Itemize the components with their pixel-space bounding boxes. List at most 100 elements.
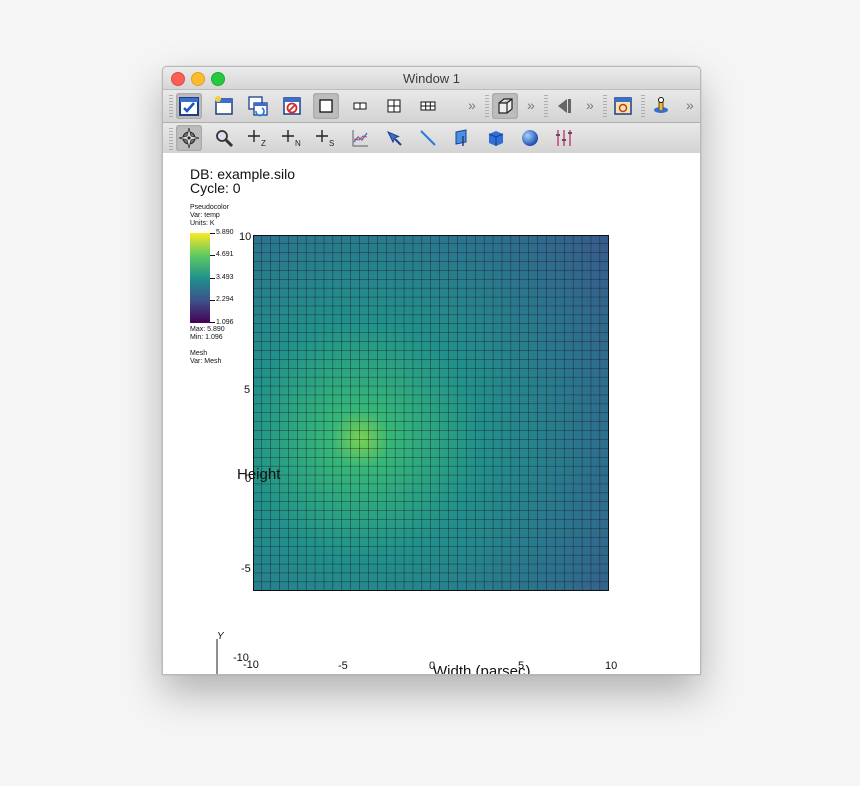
colorbar-tick xyxy=(210,322,215,323)
lineout-button[interactable] xyxy=(415,125,441,151)
toolbar-overflow-chevron[interactable]: » xyxy=(686,97,694,113)
n-label: N xyxy=(295,139,301,148)
colorbar-tick-label: 4.691 xyxy=(216,251,234,258)
mesh-lines xyxy=(253,235,609,591)
pick-arrow-icon xyxy=(386,131,402,146)
new-window-button[interactable] xyxy=(211,93,237,119)
colorbar-tick-label: 5.890 xyxy=(216,229,234,236)
lock-view-icon xyxy=(614,97,632,115)
view-3d-box-icon xyxy=(498,98,513,114)
colorbar-tick xyxy=(210,233,215,234)
active-window-check-icon xyxy=(179,97,199,116)
triad-y-label: Y xyxy=(217,631,224,642)
toolbar-grip[interactable] xyxy=(544,95,548,117)
database-info: DB: example.silo Cycle: 0 xyxy=(190,167,295,195)
node-pick-button[interactable]: N xyxy=(279,125,305,151)
colorbar-tick xyxy=(210,255,215,256)
spreadsheet-pick-icon: S xyxy=(316,130,334,148)
zone-pick-icon: Z xyxy=(248,130,266,148)
legend-min-max: Max: 5.890 Min: 1.096 xyxy=(190,326,225,342)
spinning-top-icon xyxy=(654,97,668,113)
legend-var: Var: temp xyxy=(190,212,220,219)
toolbar-grip[interactable] xyxy=(603,95,607,117)
visit-window: Window 1 » » » » Z N S DB: example.silo … xyxy=(162,66,701,675)
box-tool-button[interactable] xyxy=(483,125,509,151)
layout-2x3-button[interactable] xyxy=(415,93,441,119)
x-tick-label: -5 xyxy=(338,660,348,672)
mesh-legend-var: Var: Mesh xyxy=(190,358,222,365)
navigate-mode-button[interactable] xyxy=(176,125,202,151)
layout-1x2-icon xyxy=(353,102,367,110)
view-3d-button[interactable] xyxy=(492,93,518,119)
zone-pick-button[interactable]: Z xyxy=(245,125,271,151)
layout-2x2-icon xyxy=(387,99,401,113)
clone-window-button[interactable] xyxy=(245,93,271,119)
colorbar-tick-label: 1.096 xyxy=(216,319,234,326)
cube-icon xyxy=(488,131,504,146)
animation-rewind-button[interactable] xyxy=(551,93,577,119)
magnifier-icon xyxy=(216,130,234,148)
y-axis-title: Height xyxy=(237,466,281,483)
toolbar-grip[interactable] xyxy=(485,95,489,117)
layout-1x1-button[interactable] xyxy=(313,93,339,119)
new-window-icon xyxy=(215,96,233,115)
spin-mode-button[interactable] xyxy=(648,93,674,119)
mesh-legend-title: Mesh xyxy=(190,350,208,357)
visualization-canvas[interactable]: DB: example.silo Cycle: 0 Pseudocolor Va… xyxy=(163,153,700,674)
x-tick-label: 10 xyxy=(605,660,618,672)
toolbar-overflow-chevron[interactable]: » xyxy=(586,97,594,113)
pseudocolor-legend-header: Pseudocolor Var: temp Units: K xyxy=(190,204,229,228)
colorbar-tick-label: 3.493 xyxy=(216,274,234,281)
colorbar-tick xyxy=(210,300,215,301)
y-tick-label: -5 xyxy=(241,563,251,575)
lineout-icon xyxy=(420,130,436,146)
toolbar-overflow-chevron[interactable]: » xyxy=(468,97,476,113)
layout-1x1-icon xyxy=(319,99,333,113)
y-tick-label: 5 xyxy=(244,384,251,396)
clone-window-icon xyxy=(248,96,268,117)
compass-icon xyxy=(178,127,200,149)
window-title: Window 1 xyxy=(402,71,461,86)
legend-colorbar xyxy=(190,233,210,323)
sphere-tool-button[interactable] xyxy=(517,125,543,151)
layout-2x2-button[interactable] xyxy=(381,93,407,119)
y-tick-label: 10 xyxy=(239,231,252,243)
mesh-legend: Mesh Var: Mesh xyxy=(190,350,221,366)
legend-max: Max: 5.890 xyxy=(190,326,225,333)
z-label: Z xyxy=(261,139,266,148)
legend-units: Units: K xyxy=(190,220,215,227)
lock-view-button[interactable] xyxy=(610,93,636,119)
node-pick-icon: N xyxy=(282,130,301,148)
zoom-mode-button[interactable] xyxy=(211,125,237,151)
x-axis-title: Width (parsec) xyxy=(433,663,531,675)
toolbar-grip[interactable] xyxy=(641,95,645,117)
toolbar-grip[interactable] xyxy=(169,128,173,150)
curve-tool-button[interactable] xyxy=(347,125,373,151)
window-toolbar: » » » » xyxy=(163,90,700,123)
colorbar-tick-label: 2.294 xyxy=(216,296,234,303)
pick-arrow-button[interactable] xyxy=(381,125,407,151)
axis-restrict-button[interactable] xyxy=(551,125,577,151)
title-bar[interactable]: Window 1 xyxy=(163,67,700,90)
spreadsheet-pick-button[interactable]: S xyxy=(313,125,339,151)
toolbar-grip[interactable] xyxy=(169,95,173,117)
layout-2x3-icon xyxy=(420,101,436,111)
line-chart-icon xyxy=(352,130,368,147)
cycle-number: Cycle: 0 xyxy=(190,180,241,196)
interaction-toolbar: Z N S xyxy=(163,123,700,154)
active-window-button[interactable] xyxy=(176,93,202,119)
parallel-axes-icon xyxy=(556,130,572,146)
legend-plot-type: Pseudocolor xyxy=(190,204,229,211)
colorbar-tick xyxy=(210,278,215,279)
plane-tool-button[interactable] xyxy=(449,125,475,151)
sphere-icon xyxy=(522,130,538,146)
db-name: DB: example.silo xyxy=(190,166,296,182)
layout-1x2-button[interactable] xyxy=(347,93,373,119)
pseudocolor-mesh-plot[interactable] xyxy=(253,235,609,591)
delete-window-button[interactable] xyxy=(279,93,305,119)
legend-min: Min: 1.096 xyxy=(190,334,223,341)
toolbar-overflow-chevron[interactable]: » xyxy=(527,97,535,113)
animation-rewind-icon xyxy=(558,99,571,113)
delete-window-icon xyxy=(283,97,301,115)
s-label: S xyxy=(329,139,334,148)
